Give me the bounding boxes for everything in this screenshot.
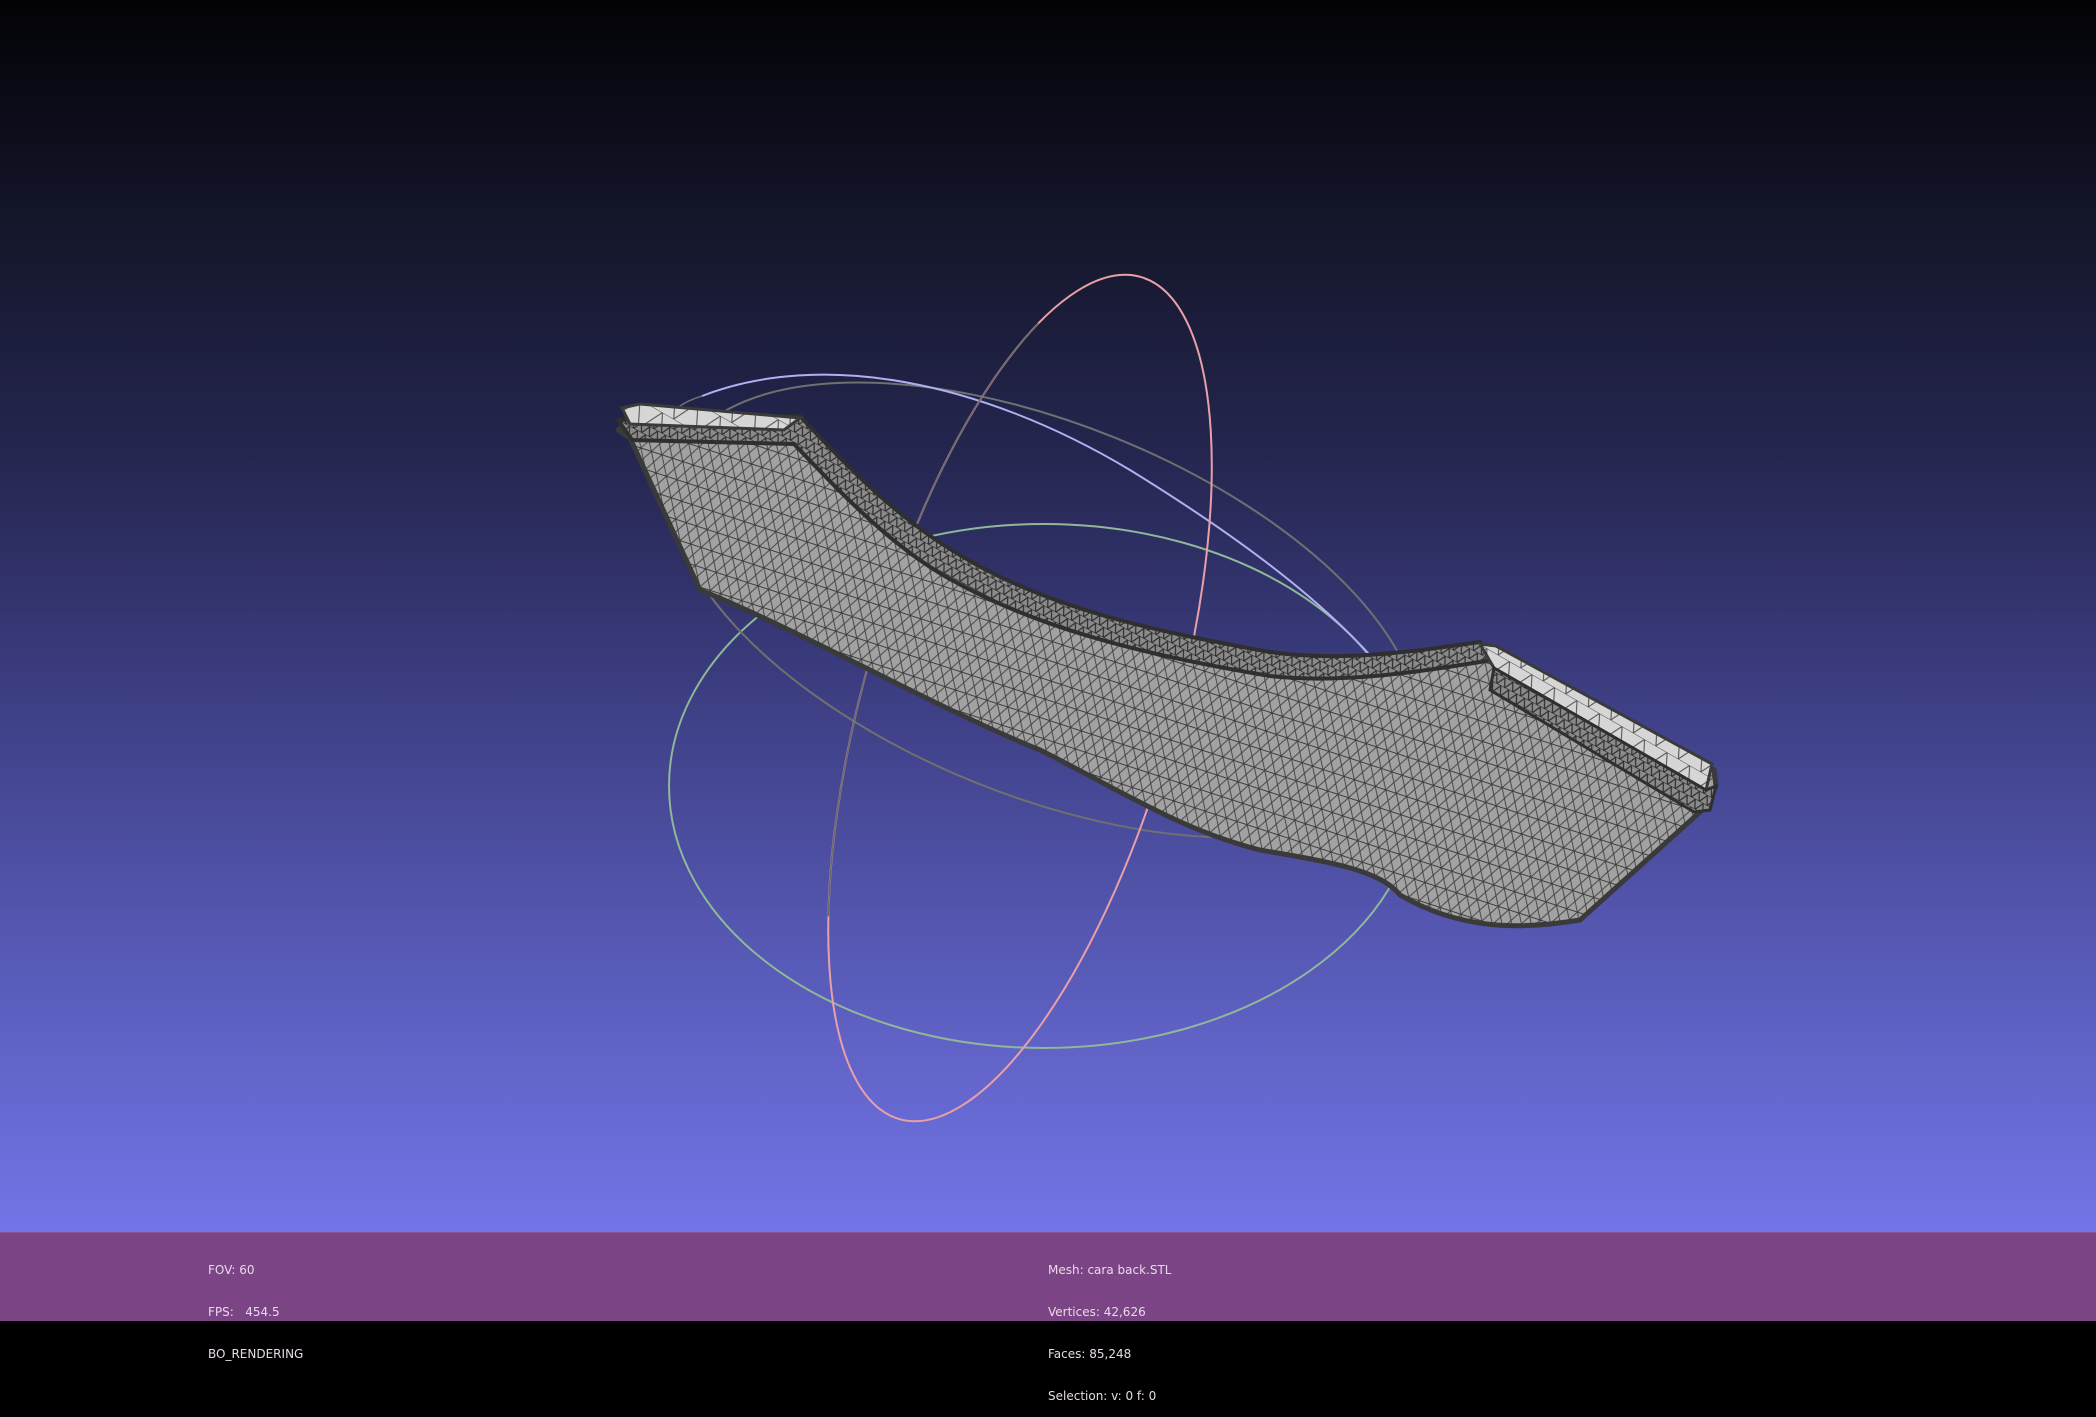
mesh-object[interactable] <box>615 402 1719 929</box>
mesh-front-face <box>615 409 1719 929</box>
render-mode-label: BO_RENDERING <box>208 1347 304 1361</box>
fps-label: FPS: 454.5 <box>208 1305 280 1319</box>
render-info-panel: FOV: 60 FPS: 454.5 BO_RENDERING <box>208 1235 303 1375</box>
mesh-name-label: Mesh: cara back.STL <box>1048 1263 1172 1277</box>
fov-label: FOV: 60 <box>208 1263 255 1277</box>
scene-canvas[interactable] <box>0 0 2096 1232</box>
mesh-left-top-cap <box>619 402 805 432</box>
selection-label: Selection: v: 0 f: 0 <box>1048 1389 1157 1403</box>
vertices-count-label: Vertices: 42,626 <box>1048 1305 1146 1319</box>
mesh-info-panel: Mesh: cara back.STL Vertices: 42,626 Fac… <box>1048 1235 1171 1417</box>
faces-count-label: Faces: 85,248 <box>1048 1347 1132 1361</box>
3d-viewport[interactable] <box>0 0 2096 1232</box>
